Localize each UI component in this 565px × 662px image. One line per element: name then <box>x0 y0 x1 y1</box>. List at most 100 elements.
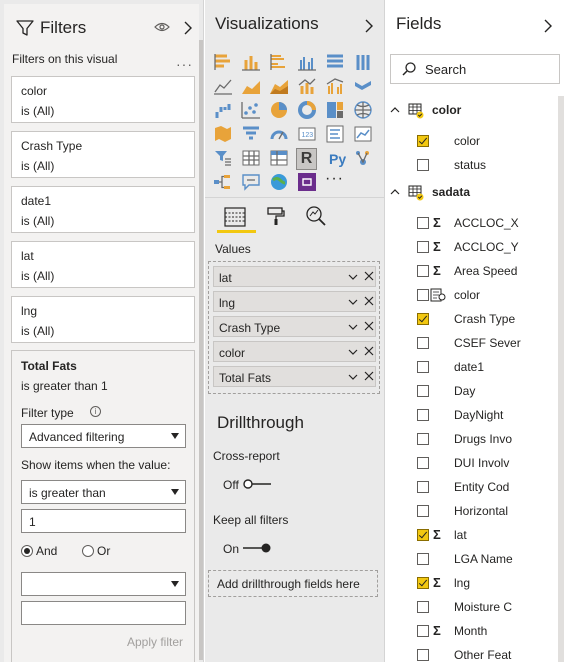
key-influencers-icon[interactable] <box>353 148 373 168</box>
stacked-column-100-chart-icon[interactable] <box>353 52 373 72</box>
field-checkbox[interactable] <box>417 457 429 469</box>
filter-card-lat[interactable]: lat is (All) <box>11 241 195 288</box>
field-checkbox[interactable] <box>417 337 429 349</box>
field-checkbox[interactable] <box>417 385 429 397</box>
field-checkbox[interactable] <box>417 601 429 613</box>
stacked-bar-chart-icon[interactable] <box>213 52 233 72</box>
field-checkbox[interactable] <box>417 529 429 541</box>
field-row-entity-cod[interactable]: Entity Cod <box>386 476 556 498</box>
arcgis-map-icon[interactable] <box>269 172 289 192</box>
remove-field-close-icon[interactable] <box>364 296 374 306</box>
field-checkbox[interactable] <box>417 505 429 517</box>
fields-tab-icon[interactable] <box>224 207 246 227</box>
field-row-lng[interactable]: Σ lng <box>386 572 556 594</box>
chevron-up-icon[interactable] <box>390 106 400 114</box>
area-chart-icon[interactable] <box>241 76 261 96</box>
map-icon[interactable] <box>353 100 373 120</box>
filled-map-icon[interactable] <box>213 124 233 144</box>
filter-card-date1[interactable]: date1 is (All) <box>11 186 195 233</box>
field-checkbox[interactable] <box>417 361 429 373</box>
gauge-icon[interactable] <box>269 124 289 144</box>
field-search-box[interactable] <box>390 54 560 84</box>
line-chart-icon[interactable] <box>213 76 233 96</box>
fields-scrollbar[interactable] <box>558 96 564 662</box>
field-row-accloc-x[interactable]: Σ ACCLOC_X <box>386 212 556 234</box>
field-row-accloc-y[interactable]: Σ ACCLOC_Y <box>386 236 556 258</box>
or-radio[interactable] <box>82 545 94 557</box>
value-field-pill[interactable]: lng <box>213 291 376 312</box>
donut-chart-icon[interactable] <box>297 100 317 120</box>
values-well[interactable]: lat lng Crash Type color Total Fats <box>208 261 380 394</box>
scatter-chart-icon[interactable] <box>241 100 261 120</box>
second-condition-dropdown[interactable] <box>21 572 186 596</box>
ribbon-chart-icon[interactable] <box>353 76 373 96</box>
field-row-color-geo[interactable]: color <box>386 284 556 306</box>
collapse-filters-chevron-icon[interactable] <box>183 21 193 35</box>
python-visual-icon[interactable]: Py <box>329 151 346 167</box>
field-checkbox[interactable] <box>417 313 429 325</box>
slicer-icon[interactable] <box>213 148 233 168</box>
filter-card-color[interactable]: color is (All) <box>11 76 195 123</box>
field-row-lat[interactable]: Σ lat <box>386 524 556 546</box>
filter-card-crash-type[interactable]: Crash Type is (All) <box>11 131 195 178</box>
filter-card-name[interactable]: Total Fats <box>21 359 77 373</box>
cross-report-toggle[interactable] <box>242 479 272 489</box>
stacked-area-chart-icon[interactable] <box>269 76 289 96</box>
field-row-date1[interactable]: date1 <box>386 356 556 378</box>
chevron-up-icon[interactable] <box>390 188 400 196</box>
chevron-down-icon[interactable] <box>348 273 358 281</box>
format-paint-roller-icon[interactable] <box>266 206 286 226</box>
field-checkbox[interactable] <box>417 481 429 493</box>
filter-card-lng[interactable]: lng is (All) <box>11 296 195 343</box>
remove-field-close-icon[interactable] <box>364 321 374 331</box>
field-row-month[interactable]: Σ Month <box>386 620 556 642</box>
keep-all-filters-toggle[interactable] <box>242 543 272 553</box>
table-icon[interactable] <box>241 148 261 168</box>
field-checkbox[interactable] <box>417 289 429 301</box>
field-checkbox[interactable] <box>417 217 429 229</box>
search-input[interactable] <box>425 62 555 77</box>
card-icon[interactable]: 123 <box>297 124 317 144</box>
clustered-bar-chart-icon[interactable] <box>269 52 289 72</box>
chevron-down-icon[interactable] <box>348 298 358 306</box>
line-and-column-chart-icon[interactable] <box>297 76 317 96</box>
value-field-pill[interactable]: lat <box>213 266 376 287</box>
field-row-lga-name[interactable]: LGA Name <box>386 548 556 570</box>
field-row-moisture-c[interactable]: Moisture C <box>386 596 556 618</box>
stacked-column-chart-icon[interactable] <box>241 52 261 72</box>
field-row-area-speed[interactable]: Σ Area Speed <box>386 260 556 282</box>
kpi-icon[interactable] <box>353 124 373 144</box>
field-row-horizontal[interactable]: Horizontal <box>386 500 556 522</box>
field-row-other-feat[interactable]: Other Feat <box>386 644 556 662</box>
field-checkbox[interactable] <box>417 135 429 147</box>
field-checkbox[interactable] <box>417 649 429 661</box>
field-row-drugs-invo[interactable]: Drugs Invo <box>386 428 556 450</box>
field-checkbox[interactable] <box>417 159 429 171</box>
field-row-crash-type[interactable]: Crash Type <box>386 308 556 330</box>
field-checkbox[interactable] <box>417 625 429 637</box>
chevron-down-icon[interactable] <box>348 348 358 356</box>
drillthrough-drop-zone[interactable]: Add drillthrough fields here <box>208 570 378 597</box>
field-checkbox[interactable] <box>417 265 429 277</box>
decomposition-tree-icon[interactable] <box>213 172 233 192</box>
treemap-icon[interactable] <box>325 100 345 120</box>
pie-chart-icon[interactable] <box>269 100 289 120</box>
field-row-day[interactable]: Day <box>386 380 556 402</box>
condition-dropdown[interactable]: is greater than <box>21 480 186 504</box>
more-visuals-icon[interactable]: ··· <box>325 170 344 188</box>
field-checkbox[interactable] <box>417 577 429 589</box>
field-checkbox[interactable] <box>417 409 429 421</box>
remove-field-close-icon[interactable] <box>364 271 374 281</box>
table-header-color[interactable]: color <box>386 100 556 122</box>
value-field-pill[interactable]: color <box>213 341 376 362</box>
multi-row-card-icon[interactable] <box>325 124 345 144</box>
eye-icon[interactable] <box>154 20 170 34</box>
info-icon[interactable]: i <box>90 406 101 417</box>
condition-value-input[interactable]: 1 <box>21 509 186 533</box>
remove-field-close-icon[interactable] <box>364 346 374 356</box>
and-radio[interactable] <box>21 545 33 557</box>
r-script-visual-icon[interactable]: R <box>296 148 317 170</box>
waterfall-chart-icon[interactable] <box>213 100 233 120</box>
qa-visual-icon[interactable] <box>241 172 261 192</box>
clustered-column-chart-icon[interactable] <box>297 52 317 72</box>
